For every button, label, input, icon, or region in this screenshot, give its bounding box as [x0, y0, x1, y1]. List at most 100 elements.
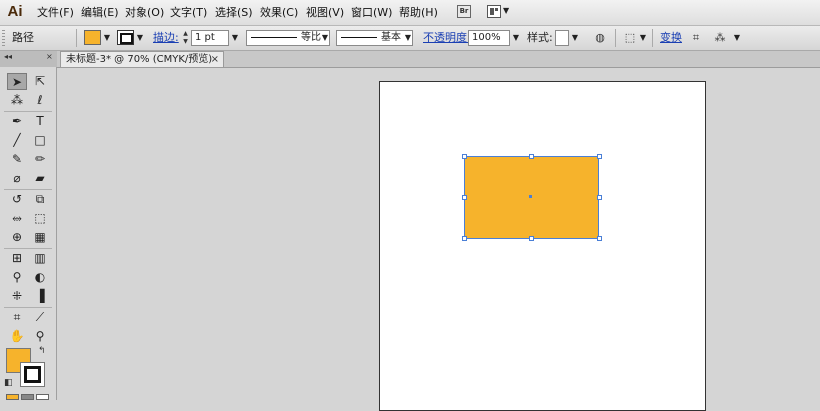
bridge-button[interactable]: Br	[457, 5, 471, 18]
slice-tool-icon[interactable]: ⟋	[30, 309, 50, 326]
line-segment-tool-icon[interactable]: ╱	[7, 132, 27, 149]
panel-grip[interactable]	[2, 30, 5, 46]
divider	[4, 248, 52, 249]
rotate-tool-icon[interactable]: ↺	[7, 191, 27, 208]
chevron-down-icon[interactable]: ▼	[638, 31, 648, 44]
resize-handle-bottom-right[interactable]	[597, 236, 602, 241]
chevron-down-icon[interactable]: ▼	[135, 31, 145, 44]
control-bar: 路径 ▼ ▼ 描边: ▲ ▼ 1 pt ▼ 等比 ▼ 基本 ▼ 不透明度: 100…	[0, 26, 820, 51]
profile-label: 等比	[301, 32, 321, 43]
paintbrush-tool-icon[interactable]: ✎	[7, 151, 27, 168]
chevron-down-icon[interactable]: ▼	[102, 31, 112, 44]
resize-handle-bottom-left[interactable]	[462, 236, 467, 241]
chevron-down-icon[interactable]: ▼	[320, 31, 330, 44]
column-graph-tool-icon[interactable]: ▐	[30, 288, 50, 305]
tools-panel: ➤ ⇱ ⁂ ℓ ✒ T ╱ □ ✎ ✏ ⌀ ▰ ↺ ⧉ ⥈ ⬚ ⊕ ▦ ⊞ ▥ …	[0, 67, 57, 400]
stroke-link[interactable]: 描边:	[153, 26, 179, 50]
document-tab-bar: 未标题-3* @ 70% (CMYK/预览) ×	[57, 51, 820, 68]
artboard-tool-icon[interactable]: ⌗	[7, 309, 27, 326]
recolor-artwork-icon[interactable]: ◍	[592, 30, 608, 46]
transform-link[interactable]: 变换	[660, 26, 682, 50]
opacity-field[interactable]: 100%	[468, 30, 510, 46]
menu-effect[interactable]: 效果(C)	[260, 0, 298, 25]
app-logo: Ai	[7, 3, 23, 20]
divider	[4, 307, 52, 308]
none-mode-button[interactable]	[36, 394, 49, 400]
menu-edit[interactable]: 编辑(E)	[81, 0, 119, 25]
menu-help[interactable]: 帮助(H)	[399, 0, 438, 25]
menu-view[interactable]: 视图(V)	[306, 0, 344, 25]
resize-handle-top-right[interactable]	[597, 154, 602, 159]
stroke-link-text[interactable]: 描边:	[153, 31, 179, 44]
resize-handle-bottom[interactable]	[529, 236, 534, 241]
arrange-documents-icon[interactable]	[487, 5, 501, 18]
scale-tool-icon[interactable]: ⧉	[30, 191, 50, 208]
divider	[652, 29, 653, 47]
lasso-tool-icon[interactable]: ℓ	[30, 92, 50, 109]
graphic-style-swatch[interactable]	[555, 30, 569, 46]
color-mode-button[interactable]	[6, 394, 19, 400]
hand-tool-icon[interactable]: ✋	[7, 328, 27, 345]
close-icon[interactable]: ×	[211, 52, 219, 67]
eraser-tool-icon[interactable]: ▰	[30, 170, 50, 187]
chevron-down-icon[interactable]: ▼	[732, 31, 742, 44]
blend-tool-icon[interactable]: ◐	[30, 269, 50, 286]
stroke-weight-field[interactable]: 1 pt	[191, 30, 229, 46]
close-icon[interactable]: ×	[46, 52, 53, 61]
width-tool-icon[interactable]: ⥈	[7, 210, 27, 227]
resize-handle-top[interactable]	[529, 154, 534, 159]
variable-width-profile-select[interactable]: 等比	[246, 30, 330, 46]
opacity-link-text[interactable]: 不透明度:	[423, 31, 471, 44]
stroke-color-swatch[interactable]	[117, 30, 134, 45]
blob-brush-tool-icon[interactable]: ⌀	[7, 170, 27, 187]
chevron-down-icon[interactable]: ▼	[403, 31, 413, 44]
rectangle-tool-icon[interactable]: □	[30, 132, 50, 149]
swap-fill-stroke-icon[interactable]: ↰	[38, 346, 46, 356]
brush-definition-select[interactable]: 基本	[336, 30, 413, 46]
align-options-icon[interactable]: ⬚	[622, 30, 638, 46]
pen-tool-icon[interactable]: ✒	[7, 113, 27, 130]
selection-type-label: 路径	[12, 31, 34, 44]
resize-handle-right[interactable]	[597, 195, 602, 200]
chevron-down-icon[interactable]: ▼	[570, 31, 580, 44]
opacity-link[interactable]: 不透明度:	[423, 26, 471, 50]
chevron-down-icon[interactable]: ▼	[511, 31, 521, 44]
symbol-sprayer-tool-icon[interactable]: ⁜	[7, 288, 27, 305]
fill-color-swatch[interactable]	[84, 30, 101, 45]
menu-type[interactable]: 文字(T)	[170, 0, 207, 25]
zoom-tool-icon[interactable]: ⚲	[30, 328, 50, 345]
direct-selection-tool-icon[interactable]: ⇱	[30, 73, 50, 90]
default-fill-stroke-icon[interactable]: ◧	[4, 378, 13, 388]
menu-select[interactable]: 选择(S)	[215, 0, 253, 25]
menu-file[interactable]: 文件(F)	[37, 0, 74, 25]
free-transform-tool-icon[interactable]: ⬚	[30, 210, 50, 227]
magic-wand-tool-icon[interactable]: ⁂	[7, 92, 27, 109]
resize-handle-top-left[interactable]	[462, 154, 467, 159]
transform-link-text[interactable]: 变换	[660, 31, 682, 44]
document-tab-title: 未标题-3* @ 70% (CMYK/预览)	[66, 54, 213, 65]
selection-options-icon[interactable]: ⁂	[712, 30, 728, 46]
stroke-color-box[interactable]	[20, 362, 45, 387]
gradient-tool-icon[interactable]: ▥	[30, 250, 50, 267]
perspective-grid-tool-icon[interactable]: ▦	[30, 229, 50, 246]
menu-window[interactable]: 窗口(W)	[351, 0, 392, 25]
isolate-group-icon[interactable]: ⌗	[688, 30, 704, 46]
stroke-weight-spinner[interactable]: ▲ ▼	[181, 30, 190, 46]
eyedropper-tool-icon[interactable]: ⚲	[7, 269, 27, 286]
chevron-down-icon[interactable]: ▼	[503, 6, 509, 15]
resize-handle-left[interactable]	[462, 195, 467, 200]
object-center-point	[529, 195, 532, 198]
document-tab[interactable]: 未标题-3* @ 70% (CMYK/预览) ×	[60, 51, 224, 67]
gradient-mode-button[interactable]	[21, 394, 34, 400]
divider	[615, 29, 616, 47]
chevron-down-icon[interactable]: ▼	[230, 31, 240, 44]
tools-panel-header: ◂◂ ×	[0, 51, 57, 68]
selection-tool-icon[interactable]: ➤	[7, 73, 27, 90]
menu-object[interactable]: 对象(O)	[125, 0, 164, 25]
type-tool-icon[interactable]: T	[30, 113, 50, 130]
collapse-panel-icon[interactable]: ◂◂	[4, 52, 12, 61]
shape-builder-tool-icon[interactable]: ⊕	[7, 229, 27, 246]
artboard[interactable]	[379, 81, 706, 411]
mesh-tool-icon[interactable]: ⊞	[7, 250, 27, 267]
pencil-tool-icon[interactable]: ✏	[30, 151, 50, 168]
